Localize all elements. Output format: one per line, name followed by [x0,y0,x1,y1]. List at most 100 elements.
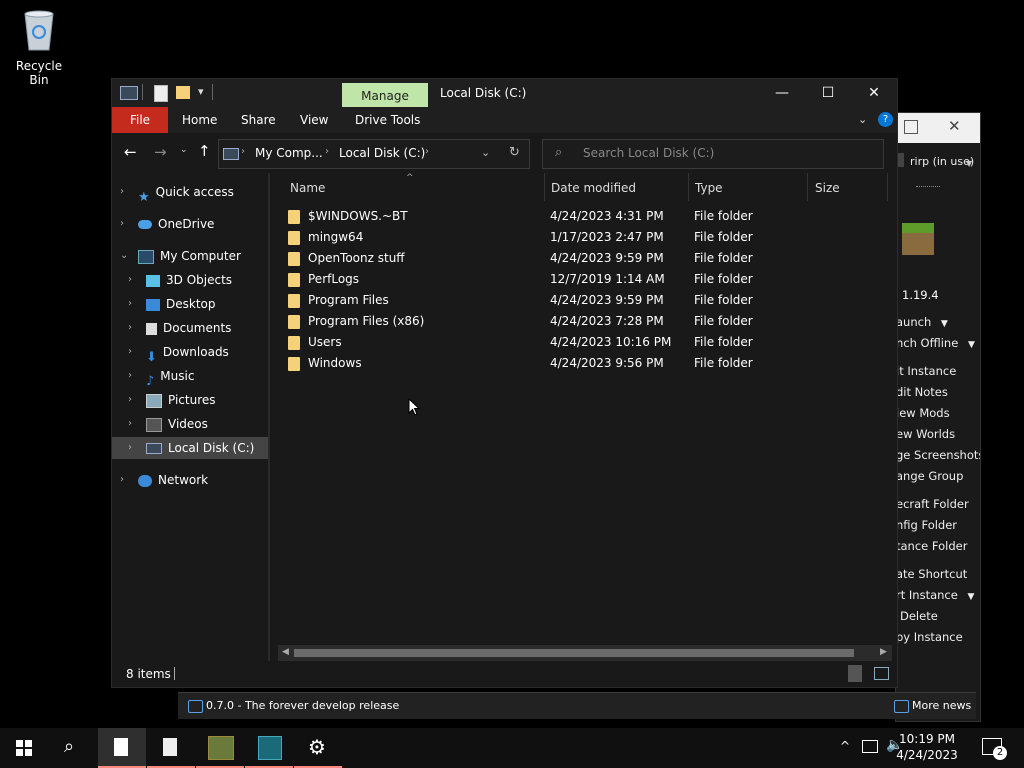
column-header-date-modified[interactable]: Date modified [551,181,636,195]
show-hidden-icons-icon[interactable]: ^ [840,739,850,753]
minimize-button[interactable]: — [759,79,805,107]
delete-button[interactable]: Delete [900,609,938,623]
launcher-window[interactable]: ✕ rirp (in use) ▼ 1.19.4 aunch ▼ nch Off… [895,112,981,722]
ribbon-expand-icon[interactable]: ⌄ [858,113,867,126]
taskbar-launcher[interactable] [196,728,244,768]
column-header-name[interactable]: Name [290,181,325,195]
tab-file[interactable]: File [112,107,168,133]
column-divider[interactable] [544,173,545,201]
new-folder-icon[interactable] [176,86,190,99]
scrollbar-thumb[interactable] [294,649,854,657]
nav-music[interactable]: › ♪ Music [112,365,268,389]
properties-icon[interactable] [154,85,168,102]
network-icon[interactable] [862,740,878,753]
divider [212,84,213,100]
scroll-right-icon[interactable]: ▶ [880,647,887,657]
tab-view[interactable]: View [300,107,328,133]
recent-locations-icon[interactable]: ⌄ [180,145,188,155]
view-mods-button[interactable]: iew Mods [896,406,950,420]
back-icon[interactable]: ← [124,143,137,161]
column-header-size[interactable]: Size [815,181,840,195]
nav-local-disk[interactable]: › Local Disk (C:) [112,437,268,459]
column-divider[interactable] [688,173,689,201]
taskbar-settings[interactable]: ⚙ [294,728,342,768]
copy-instance-button[interactable]: py Instance [896,630,963,644]
file-row[interactable]: Windows 4/24/2023 9:56 PM File folder [288,353,888,374]
breadcrumb-local-disk[interactable]: Local Disk (C:) [339,146,425,160]
forward-icon[interactable]: → [154,143,167,161]
tab-home[interactable]: Home [182,107,217,133]
file-row[interactable]: OpenToonz stuff 4/24/2023 9:59 PM File f… [288,248,888,269]
edit-notes-button[interactable]: dit Notes [896,385,948,399]
file-row[interactable]: mingw64 1/17/2023 2:47 PM File folder [288,227,888,248]
manage-screenshots-button[interactable]: ge Screenshots [896,448,980,462]
recycle-bin-shortcut[interactable]: Recycle Bin [6,8,72,87]
horizontal-scrollbar[interactable]: ◀ ▶ [278,645,892,661]
nav-pictures[interactable]: › Pictures [112,389,268,411]
manage-tab[interactable]: Manage [342,83,428,109]
mouse-cursor-icon [408,398,420,416]
view-worlds-button[interactable]: ew Worlds [896,427,955,441]
address-bar[interactable]: › My Comp... › Local Disk (C:) › ⌄ ↻ [218,139,530,169]
file-row[interactable]: PerfLogs 12/7/2019 1:14 AM File folder [288,269,888,290]
address-dropdown-icon[interactable]: ⌄ [481,146,490,159]
edit-instance-button[interactable]: it Instance [896,364,956,378]
nav-quick-access[interactable]: › ★ Quick access [112,181,268,205]
file-row[interactable]: $WINDOWS.~BT 4/24/2023 4:31 PM File fold… [288,206,888,227]
file-explorer-window[interactable]: ▾ Manage Local Disk (C:) — ☐ ✕ File Home… [111,78,898,688]
nav-documents[interactable]: › Documents [112,317,268,339]
quick-access-toolbar-dropdown[interactable]: ▾ [198,85,204,98]
up-icon[interactable]: ↑ [198,142,211,160]
recycle-bin-label: Recycle Bin [15,59,63,87]
close-icon[interactable]: ✕ [948,117,961,135]
taskbar-opentoonz[interactable] [245,728,293,768]
breadcrumb-my-computer[interactable]: My Comp... [255,146,323,160]
column-header-type[interactable]: Type [695,181,723,195]
nav-desktop[interactable]: › Desktop [112,293,268,315]
create-shortcut-button[interactable]: ate Shortcut [896,567,967,581]
nav-3d-objects[interactable]: › 3D Objects [112,269,268,291]
more-news-button[interactable]: More news [912,699,971,712]
tab-share[interactable]: Share [241,107,276,133]
instance-folder-button[interactable]: tance Folder [896,539,967,553]
news-headline[interactable]: 0.7.0 - The forever develop release [206,699,399,712]
maximize-button[interactable]: ☐ [805,79,851,107]
launch-offline-button[interactable]: nch Offline ▼ [896,336,975,350]
file-row[interactable]: Users 4/24/2023 10:16 PM File folder [288,332,888,353]
nav-my-computer[interactable]: ⌄ My Computer [112,245,268,267]
details-view-icon[interactable] [848,665,862,682]
drag-handle[interactable] [916,186,940,189]
large-icons-view-icon[interactable] [874,667,889,680]
system-clock[interactable]: 10:19 PM 4/24/2023 [892,731,962,763]
search-button[interactable]: ⌕ [48,728,96,768]
minecraft-folder-button[interactable]: ecraft Folder [896,497,969,511]
nav-videos[interactable]: › Videos [112,413,268,435]
folder-icon [288,314,300,329]
nav-onedrive[interactable]: › OneDrive [112,213,268,235]
scroll-left-icon[interactable]: ◀ [282,647,289,657]
start-button[interactable] [0,728,48,768]
config-folder-button[interactable]: nfig Folder [896,518,957,532]
taskbar-file-explorer[interactable] [147,728,195,768]
nav-network[interactable]: › Network [112,469,268,491]
taskbar-file-explorer-active[interactable] [98,728,146,768]
account-selector[interactable]: rirp (in use) ▼ [896,151,980,173]
drive-icon [223,148,239,160]
export-instance-button[interactable]: rt Instance ▼ [896,588,974,602]
file-row[interactable]: Program Files 4/24/2023 9:59 PM File fol… [288,290,888,311]
column-divider[interactable] [887,173,888,201]
close-button[interactable]: ✕ [851,79,897,107]
tab-drive-tools[interactable]: Drive Tools [355,107,420,133]
maximize-icon[interactable] [904,120,918,134]
folder-icon [288,356,300,371]
file-row[interactable]: Program Files (x86) 4/24/2023 7:28 PM Fi… [288,311,888,332]
column-divider[interactable] [807,173,808,201]
nav-downloads[interactable]: › ⬇ Downloads [112,341,268,365]
launch-button[interactable]: aunch ▼ [896,315,948,329]
help-icon[interactable]: ? [878,112,893,127]
search-input[interactable]: Search Local Disk (C:) [583,146,714,160]
refresh-icon[interactable]: ↻ [509,145,520,160]
search-box[interactable]: ⌕ Search Local Disk (C:) [542,139,884,169]
change-group-button[interactable]: ange Group [896,469,963,483]
network-icon [138,474,152,487]
